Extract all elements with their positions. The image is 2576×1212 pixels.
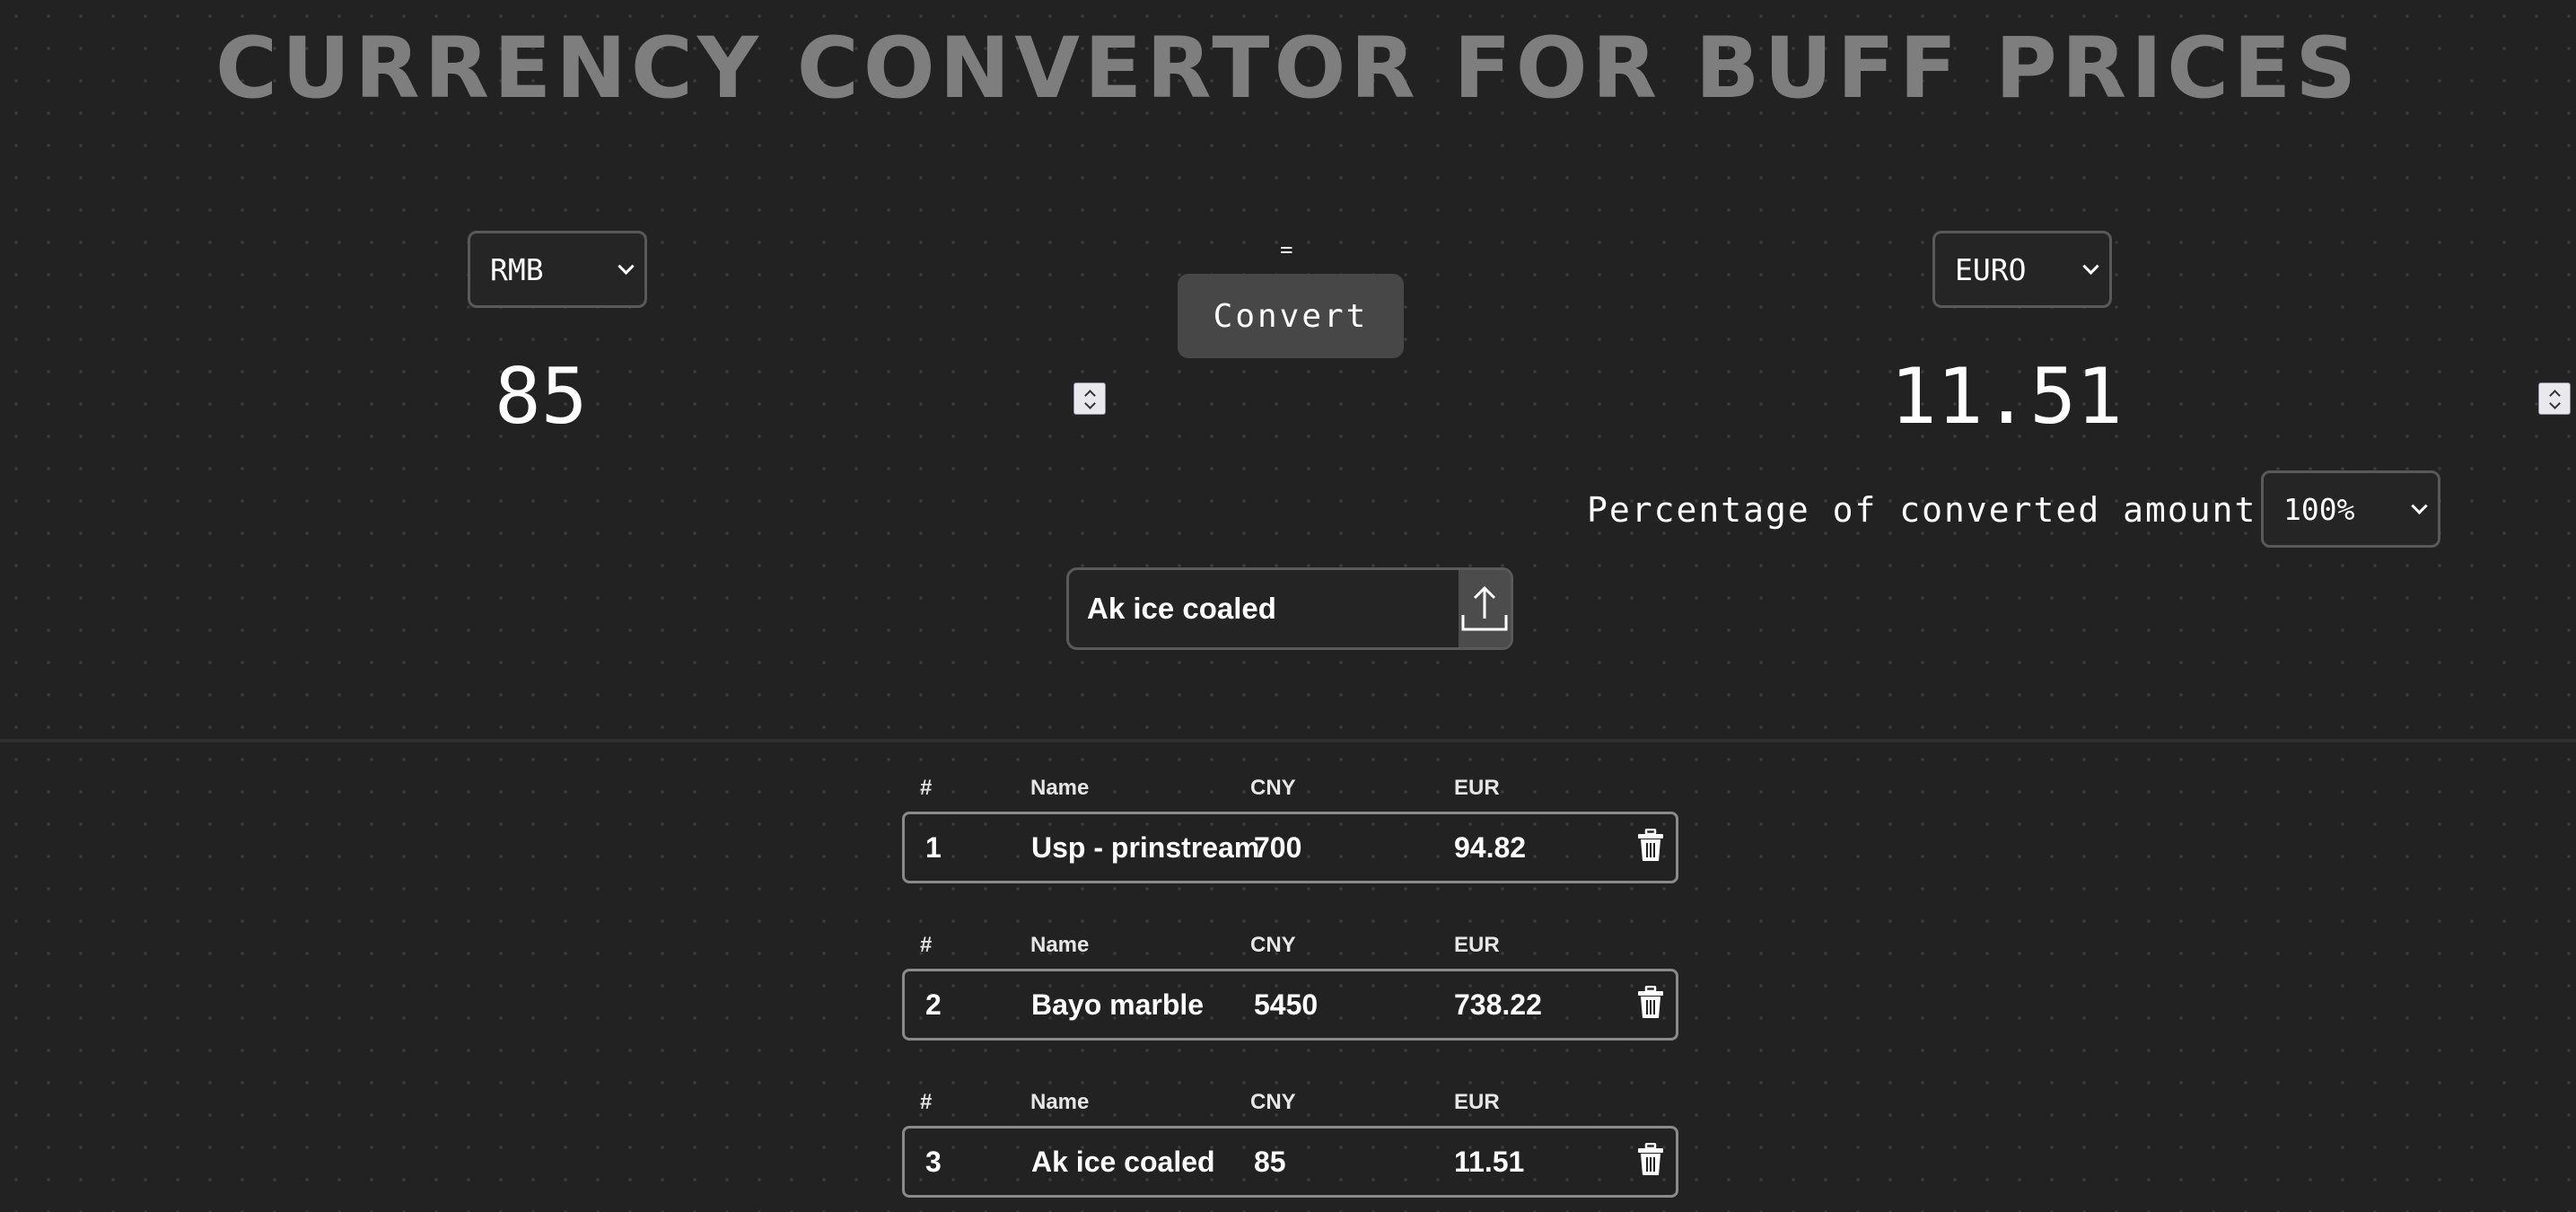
section-divider	[0, 739, 2576, 742]
row-cny: 700	[1254, 831, 1302, 864]
trash-icon[interactable]	[1636, 986, 1665, 1020]
to-amount-input[interactable]: 11.51	[1890, 352, 2123, 442]
to-amount-stepper[interactable]	[2538, 382, 2571, 415]
column-header-eur: EUR	[1454, 1090, 1500, 1114]
upload-arrow-icon	[1461, 585, 1508, 631]
column-header-eur: EUR	[1454, 933, 1500, 957]
row-name: Bayo marble	[1031, 988, 1205, 1021]
percentage-select[interactable]: 100%	[2261, 470, 2440, 548]
convert-button[interactable]: Convert	[1178, 274, 1404, 358]
chevron-down-icon	[2082, 258, 2099, 275]
trash-icon[interactable]	[1636, 829, 1665, 863]
row-number: 3	[925, 1146, 942, 1178]
add-item-button[interactable]	[1459, 570, 1511, 647]
table-row: 1 Usp - prinstream 700 94.82	[902, 812, 1678, 883]
column-header-cny: CNY	[1250, 933, 1296, 957]
row-eur: 738.22	[1454, 988, 1542, 1021]
from-currency-select[interactable]: RMB	[468, 231, 647, 308]
table-row: 2 Bayo marble 5450 738.22	[902, 969, 1678, 1041]
row-number: 2	[925, 988, 942, 1021]
from-amount-stepper[interactable]	[1073, 382, 1106, 415]
row-eur: 94.82	[1454, 831, 1527, 864]
table-row: 3 Ak ice coaled 85 11.51	[902, 1126, 1678, 1198]
from-currency-value: RMB	[490, 251, 544, 287]
from-amount-input[interactable]: 85	[495, 352, 588, 442]
column-header-name: Name	[1030, 776, 1090, 800]
row-number: 1	[925, 831, 942, 864]
column-header-name: Name	[1030, 933, 1090, 957]
page-title: CURRENCY CONVERTOR FOR BUFF PRICES	[215, 20, 2361, 118]
item-name-field[interactable]: Ak ice coaled	[1066, 567, 1513, 650]
row-cny: 85	[1254, 1146, 1286, 1178]
row-cny: 5450	[1254, 988, 1319, 1021]
to-currency-value: EURO	[1955, 251, 2027, 287]
column-header-cny: CNY	[1250, 776, 1296, 800]
column-header-num: #	[920, 1090, 933, 1114]
to-currency-select[interactable]: EURO	[1932, 231, 2112, 308]
percentage-label: Percentage of converted amount :	[1587, 490, 2302, 530]
column-header-name: Name	[1030, 1090, 1090, 1114]
column-header-num: #	[920, 776, 933, 800]
column-header-num: #	[920, 933, 933, 957]
column-header-eur: EUR	[1454, 776, 1500, 800]
equals-sign: =	[1280, 237, 1293, 262]
row-eur: 11.51	[1454, 1146, 1525, 1178]
chevron-down-icon	[2411, 497, 2428, 514]
item-name-input[interactable]: Ak ice coaled	[1087, 570, 1276, 647]
row-name: Usp - prinstream	[1031, 831, 1260, 864]
percentage-value: 100%	[2283, 491, 2355, 527]
column-header-cny: CNY	[1250, 1090, 1296, 1114]
row-name: Ak ice coaled	[1031, 1146, 1215, 1178]
trash-icon[interactable]	[1636, 1143, 1665, 1177]
chevron-down-icon	[618, 258, 635, 275]
